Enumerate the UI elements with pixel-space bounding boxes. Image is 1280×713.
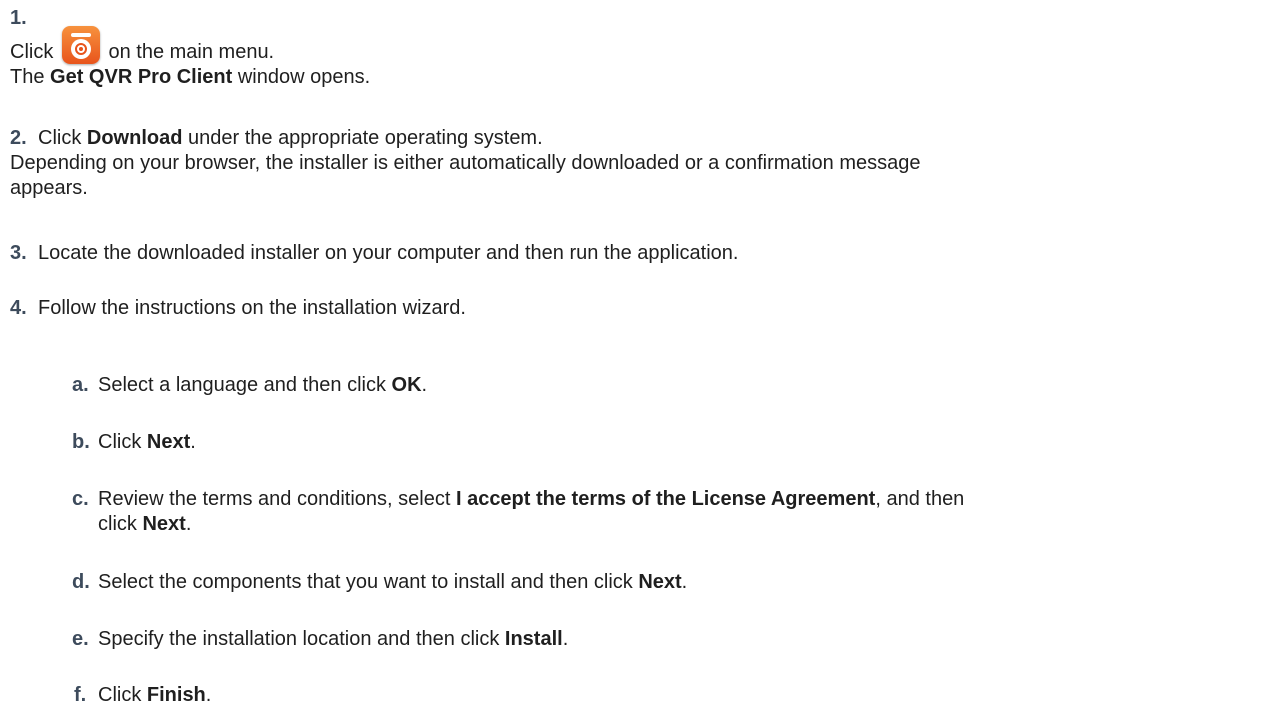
- ui-term: I accept the terms of the License Agreem…: [455, 488, 876, 510]
- step-text: .: [562, 628, 569, 650]
- step-1-line-1: Click on the main menu.: [10, 26, 1270, 65]
- surveillance-camera-app-icon: [61, 26, 100, 64]
- step-text: .: [421, 374, 428, 396]
- step-text: Click: [38, 127, 87, 149]
- substep-letter: a.: [72, 374, 89, 396]
- step-2: 2. Click Download under the appropriate …: [10, 126, 1270, 201]
- step-text: under the appropriate operating system.: [182, 127, 543, 149]
- substep-letter: b.: [72, 431, 90, 453]
- substep-letter: c.: [72, 488, 89, 510]
- step-number: 2.: [10, 127, 27, 149]
- step-number: 3.: [10, 242, 27, 264]
- substep-d: d. Select the components that you want t…: [72, 570, 1270, 595]
- step-text: , and then: [875, 488, 965, 510]
- step-text: Click: [98, 684, 147, 706]
- substep-c-line-2: click Next.: [98, 512, 1270, 537]
- ui-term: Next: [142, 513, 186, 535]
- step-text: .: [205, 684, 212, 706]
- ui-term: Finish: [146, 684, 206, 706]
- step-text: Specify the installation location and th…: [98, 628, 505, 650]
- step-text: on the main menu.: [102, 41, 275, 63]
- step-text: Click: [10, 41, 54, 63]
- ui-term: Install: [504, 628, 563, 650]
- ui-term: Next: [146, 431, 191, 453]
- step-text: Select a language and then click: [98, 374, 392, 396]
- substep-b: b. Click Next.: [72, 430, 1270, 455]
- substep-letter: f.: [74, 684, 87, 706]
- step-text: Select the components that you want to i…: [98, 571, 639, 593]
- step-number: 4.: [10, 297, 27, 319]
- step-text: The: [10, 66, 51, 88]
- step-1-line-2: The Get QVR Pro Client window opens.: [10, 65, 1270, 90]
- step-1: 1. Click on the main menu. The Get QVR P…: [10, 6, 1270, 90]
- substep-e: e. Specify the installation location and…: [72, 627, 1270, 652]
- step-2-line-1: Click Download under the appropriate ope…: [10, 126, 1270, 151]
- step-text: .: [185, 513, 192, 535]
- ui-term: Get QVR Pro Client: [50, 66, 233, 88]
- substep-c: c. Review the terms and conditions, sele…: [72, 487, 1270, 537]
- substep-f: f. Click Finish.: [72, 683, 1270, 708]
- substep-c-line-1: Review the terms and conditions, select …: [98, 487, 1270, 512]
- substep-a: a. Select a language and then click OK.: [72, 373, 1270, 398]
- step-text: Review the terms and conditions, select: [98, 488, 456, 510]
- step-text: .: [190, 431, 196, 453]
- step-text: click: [98, 513, 143, 535]
- step-text: window opens.: [232, 66, 371, 88]
- step-text: Follow the instructions on the installat…: [38, 297, 466, 319]
- step-number: 1.: [10, 7, 27, 29]
- substep-letter: d.: [72, 571, 90, 593]
- step-text: .: [681, 571, 688, 593]
- step-3: 3. Locate the downloaded installer on yo…: [10, 241, 1270, 266]
- step-text: Click: [98, 431, 147, 453]
- step-4: 4. Follow the instructions on the instal…: [10, 296, 1270, 321]
- step-2-line-2: Depending on your browser, the installer…: [10, 152, 921, 174]
- step-2-line-3: appears.: [10, 177, 88, 199]
- substep-letter: e.: [72, 628, 89, 650]
- ui-term: Download: [86, 127, 183, 149]
- ui-term: Next: [638, 571, 682, 593]
- step-text: Locate the downloaded installer on your …: [38, 242, 739, 264]
- ui-term: OK: [391, 374, 422, 396]
